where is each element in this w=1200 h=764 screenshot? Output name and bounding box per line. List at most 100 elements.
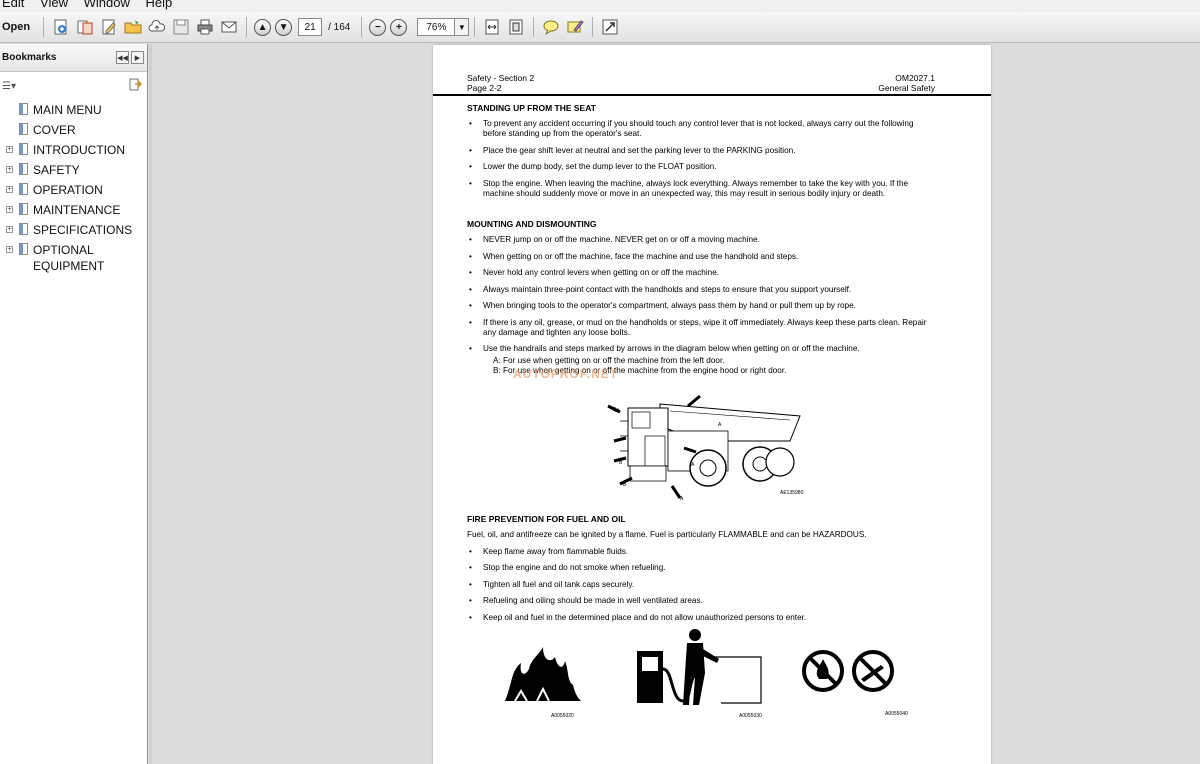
bookmark-main-menu[interactable]: MAIN MENU [0, 100, 147, 120]
page-header: Safety - Section 2 Page 2-2 OM2027.1 Gen… [467, 73, 935, 93]
expand-icon[interactable]: + [6, 146, 13, 153]
toolbar-separator [533, 17, 535, 37]
figure-code: A0055020 [551, 713, 574, 719]
toolbar-separator [592, 17, 594, 37]
expand-icon[interactable] [599, 16, 621, 38]
expand-icon[interactable]: + [6, 186, 13, 193]
bookmark-label: COVER [33, 123, 76, 137]
toolbar: Open ▲ ▼ 21 / 164 − + 76% ▼ [0, 12, 1200, 43]
bookmark-label: SAFETY [33, 163, 80, 177]
expand-icon[interactable]: + [6, 166, 13, 173]
list-item: Stop the engine. When leaving the machin… [467, 179, 935, 199]
menu-window[interactable]: Window [84, 0, 130, 10]
bookmark-icon [19, 243, 28, 255]
next-page-icon[interactable]: ▼ [275, 18, 293, 36]
email-icon[interactable] [218, 16, 240, 38]
menu-bar: Edit View Window Help [0, 0, 1200, 12]
bookmark-cover[interactable]: COVER [0, 120, 147, 140]
list-item: Use the handrails and steps marked by ar… [467, 344, 935, 354]
pdf-page: Safety - Section 2 Page 2-2 OM2027.1 Gen… [433, 45, 991, 764]
bookmark-introduction[interactable]: + INTRODUCTION [0, 140, 147, 160]
fire-prevention-figures: A0055020 A0055030 A0055040 [467, 629, 935, 729]
section-heading: STANDING UP FROM THE SEAT [467, 103, 596, 113]
page-content: STANDING UP FROM THE SEAT To prevent any… [467, 103, 935, 729]
expand-icon[interactable]: + [6, 206, 13, 213]
section-heading: FIRE PREVENTION FOR FUEL AND OIL [467, 514, 626, 524]
menu-view[interactable]: View [40, 0, 68, 10]
previous-page-icon[interactable]: ▲ [254, 18, 272, 36]
header-topic: General Safety [878, 83, 935, 93]
fit-width-icon[interactable] [481, 16, 503, 38]
dump-truck-figure: B A B A B A AE135980 [467, 380, 935, 502]
print-icon[interactable] [194, 16, 216, 38]
save-icon[interactable] [170, 16, 192, 38]
watermark: AUTOPROF.NET [513, 367, 619, 381]
toolbar-separator [474, 17, 476, 37]
list-item: Place the gear shift lever at neutral an… [467, 146, 935, 156]
paragraph: Fuel, oil, and antifreeze can be ignited… [467, 530, 867, 539]
comment-icon[interactable] [540, 16, 562, 38]
page-number-input[interactable]: 21 [298, 18, 323, 36]
bookmark-icon [19, 123, 28, 135]
bookmark-operation[interactable]: + OPERATION [0, 180, 147, 200]
flame-icon [505, 647, 581, 702]
bookmark-specifications[interactable]: + SPECIFICATIONS [0, 220, 147, 240]
zoom-out-icon[interactable]: − [369, 18, 387, 36]
dump-truck-illustration [607, 394, 801, 499]
toolbar-separator [246, 17, 248, 37]
figure-code: A0055040 [885, 711, 908, 717]
bookmark-optional-equipment[interactable]: + OPTIONAL EQUIPMENT [0, 240, 147, 274]
bookmark-icon [19, 143, 28, 155]
bookmark-safety[interactable]: + SAFETY [0, 160, 147, 180]
zoom-in-icon[interactable]: + [390, 18, 408, 36]
expand-icon[interactable]: + [6, 226, 13, 233]
figure-label-a: A [718, 422, 722, 428]
fit-page-icon[interactable] [505, 16, 527, 38]
panel-options-icon[interactable]: ▶ [131, 51, 144, 64]
list-item: Keep flame away from flammable fluids. [467, 547, 935, 557]
bookmark-label: INTRODUCTION [33, 143, 125, 157]
folder-open-icon[interactable] [122, 16, 144, 38]
menu-edit[interactable]: Edit [2, 0, 24, 10]
figure-label-b: B [619, 460, 623, 466]
bookmark-icon [19, 103, 28, 115]
list-item: Refueling and oiling should be made in w… [467, 596, 935, 606]
no-flame-no-smoking-icon [802, 650, 894, 692]
list-item: Keep oil and fuel in the determined plac… [467, 613, 935, 623]
list-item: When getting on or off the machine, face… [467, 252, 935, 262]
section-heading: MOUNTING AND DISMOUNTING [467, 219, 597, 229]
sign-icon[interactable] [564, 16, 586, 38]
list-item: When bringing tools to the operator's co… [467, 301, 935, 311]
list-item: Never hold any control levers when getti… [467, 268, 935, 278]
new-bookmark-icon[interactable] [128, 78, 143, 95]
bookmark-icon [19, 183, 28, 195]
zoom-input[interactable]: 76% [417, 18, 456, 36]
figure-label-a: A [680, 496, 684, 502]
open-button[interactable]: Open [2, 21, 30, 33]
cloud-upload-icon[interactable] [146, 16, 168, 38]
list-item: If there is any oil, grease, or mud on t… [467, 318, 935, 338]
sub-item-a: A: For use when getting on or off the ma… [493, 356, 725, 365]
list-item: To prevent any accident occurring if you… [467, 119, 935, 139]
bookmark-label: MAINTENANCE [33, 203, 121, 217]
combine-files-icon[interactable] [74, 16, 96, 38]
menu-help[interactable]: Help [145, 0, 172, 10]
chevron-down-icon[interactable]: ▼ [455, 18, 470, 36]
expand-icon[interactable]: + [6, 246, 13, 253]
create-pdf-icon[interactable] [50, 16, 72, 38]
bookmarks-header: Bookmarks ◀◀ ▶ [0, 44, 147, 72]
toolbar-separator [361, 17, 363, 37]
edit-document-icon[interactable] [98, 16, 120, 38]
bookmarks-title: Bookmarks [2, 52, 57, 63]
bookmarks-panel: Bookmarks ◀◀ ▶ ☰▾ MAIN MENU COVER + INTRO… [0, 44, 148, 764]
header-section: Safety - Section 2 [467, 73, 535, 83]
refueling-icon [637, 629, 762, 705]
bookmark-list: MAIN MENU COVER + INTRODUCTION + SAFETY + O… [0, 100, 147, 274]
figure-label-b: B [613, 407, 617, 413]
bookmark-options-icon[interactable]: ☰▾ [2, 81, 16, 92]
list-item: Always maintain three-point contact with… [467, 285, 935, 295]
header-doc-code: OM2027.1 [895, 73, 935, 83]
collapse-panel-icon[interactable]: ◀◀ [116, 51, 129, 64]
bookmark-maintenance[interactable]: + MAINTENANCE [0, 200, 147, 220]
bookmark-icon [19, 163, 28, 175]
